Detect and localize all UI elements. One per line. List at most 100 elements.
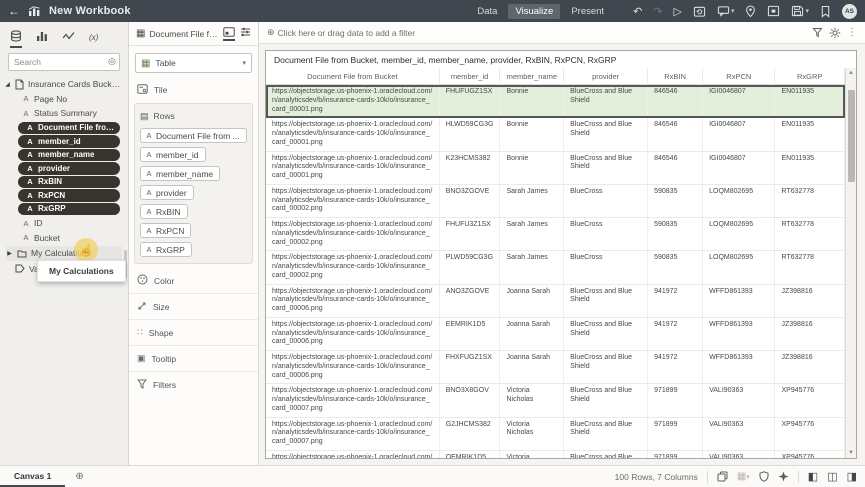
column-header[interactable]: provider bbox=[564, 68, 649, 85]
cell-member-id: BNO3ZGOVE bbox=[439, 184, 501, 218]
field-item[interactable]: A RxGRP bbox=[18, 202, 120, 215]
mode-tab[interactable]: Data bbox=[470, 4, 504, 19]
table-row[interactable]: https://objectstorage.us-phoenix-1.oracl… bbox=[266, 251, 845, 285]
cell-document-file: https://objectstorage.us-phoenix-1.oracl… bbox=[266, 251, 440, 285]
avatar[interactable]: AS bbox=[842, 3, 857, 19]
field-item[interactable]: A Document File from Bu... bbox=[18, 121, 120, 134]
rows-field-pill[interactable]: A RxPCN bbox=[140, 223, 192, 238]
cell-provider: BlueCross and Blue Shield bbox=[564, 284, 649, 318]
scroll-up-icon[interactable]: ▲ bbox=[848, 70, 854, 76]
table-row[interactable]: https://objectstorage.us-phoenix-1.oracl… bbox=[266, 284, 845, 318]
color-drop-zone[interactable]: Color bbox=[129, 270, 258, 291]
tab-properties-sliders[interactable] bbox=[239, 27, 251, 41]
collapsed-triangle-icon[interactable]: ▶ bbox=[6, 250, 13, 257]
filter-bar-menu-icon[interactable]: ⋮ bbox=[847, 27, 857, 38]
run-icon[interactable]: ▷ bbox=[674, 5, 682, 18]
viz-type-dropdown[interactable]: ▦ Table ▾ bbox=[135, 53, 252, 73]
toggle-right-panel-icon[interactable]: ◨ bbox=[847, 470, 857, 483]
rows-field-pill[interactable]: A RxGRP bbox=[140, 242, 192, 257]
cell-document-file: https://objectstorage.us-phoenix-1.oracl… bbox=[266, 151, 440, 185]
column-header[interactable]: member_name bbox=[500, 68, 565, 85]
tile-drop-zone[interactable]: Tile bbox=[129, 79, 258, 100]
tab-analytics[interactable] bbox=[62, 30, 75, 48]
add-canvas-icon[interactable]: ⊕ bbox=[75, 471, 83, 482]
toggle-split-panel-icon[interactable]: ◫ bbox=[827, 470, 837, 483]
bookmark-icon[interactable] bbox=[820, 5, 831, 18]
location-pin-icon[interactable] bbox=[745, 4, 756, 18]
column-header[interactable]: RxGRP bbox=[775, 68, 845, 85]
tooltip-icon: ▣ bbox=[137, 353, 146, 363]
canvas[interactable]: Document File from Bucket, member_id, me… bbox=[259, 44, 865, 465]
tab-visualizations[interactable] bbox=[36, 30, 48, 48]
tab-calculations-fx[interactable]: (x) bbox=[89, 33, 98, 48]
shape-drop-zone[interactable]: ∷ Shape bbox=[129, 322, 258, 343]
cell-rxgrp: EN011935 bbox=[775, 118, 845, 152]
save-icon[interactable]: ▾ bbox=[791, 5, 809, 17]
data-quality-shield-icon[interactable] bbox=[759, 471, 769, 482]
table-row[interactable]: https://objectstorage.us-phoenix-1.oracl… bbox=[266, 351, 845, 385]
canvas-tab[interactable]: Canvas 1 bbox=[0, 466, 66, 487]
rows-field-pill[interactable]: A member_name bbox=[140, 166, 221, 181]
field-item[interactable]: A member_id bbox=[18, 135, 120, 148]
auto-insights-sparkle-icon[interactable] bbox=[778, 471, 789, 482]
mode-tab[interactable]: Visualize bbox=[508, 3, 561, 19]
rows-section[interactable]: ▤ Rows A Document File from ... A member… bbox=[134, 103, 253, 264]
rows-field-pill[interactable]: A RxBIN bbox=[140, 204, 188, 219]
cell-rxpcn: VALI90363 bbox=[703, 450, 776, 458]
back-arrow-icon[interactable]: ← bbox=[8, 4, 20, 18]
table-row[interactable]: https://objectstorage.us-phoenix-1.oracl… bbox=[266, 151, 845, 185]
table-row[interactable]: https://objectstorage.us-phoenix-1.oracl… bbox=[266, 85, 845, 119]
canvas-frame-icon[interactable] bbox=[767, 5, 780, 17]
field-item[interactable]: A RxBIN bbox=[18, 175, 120, 188]
toggle-left-panel-icon[interactable]: ◧ bbox=[808, 470, 818, 483]
field-item[interactable]: A ID bbox=[4, 216, 124, 231]
field-item[interactable]: A RxPCN bbox=[18, 189, 120, 202]
add-filter-target[interactable]: ⊕ Click here or drag data to add a filte… bbox=[267, 27, 806, 38]
field-item[interactable]: A Bucket bbox=[4, 231, 124, 246]
tab-data-elements[interactable] bbox=[10, 30, 22, 48]
search-options-icon[interactable]: ◎ bbox=[108, 56, 116, 67]
table-row[interactable]: https://objectstorage.us-phoenix-1.oracl… bbox=[266, 450, 845, 458]
scroll-down-icon[interactable]: ▼ bbox=[848, 450, 854, 456]
cell-member-id: G2JHCMS382 bbox=[439, 417, 501, 451]
filter-settings-gear-icon[interactable] bbox=[829, 27, 841, 39]
rows-field-pill[interactable]: A Document File from ... bbox=[140, 128, 247, 143]
duplicate-canvas-icon[interactable] bbox=[717, 471, 728, 482]
scrollbar-thumb[interactable] bbox=[847, 90, 855, 182]
mode-tab[interactable]: Present bbox=[564, 4, 611, 19]
table-row[interactable]: https://objectstorage.us-phoenix-1.oracl… bbox=[266, 118, 845, 152]
field-item[interactable]: A member_name bbox=[18, 148, 120, 161]
table-row[interactable]: https://objectstorage.us-phoenix-1.oracl… bbox=[266, 384, 845, 418]
table-row[interactable]: https://objectstorage.us-phoenix-1.oracl… bbox=[266, 317, 845, 351]
column-header[interactable]: Document File from Bucket bbox=[266, 68, 440, 85]
filter-funnel-icon[interactable] bbox=[812, 27, 823, 38]
field-item[interactable]: A provider bbox=[18, 162, 120, 175]
undo-icon[interactable]: ↶ bbox=[633, 5, 642, 18]
table-row[interactable]: https://objectstorage.us-phoenix-1.oracl… bbox=[266, 218, 845, 252]
comments-icon[interactable]: ▾ bbox=[717, 5, 734, 17]
rows-field-pill[interactable]: A member_id bbox=[140, 147, 206, 162]
table-row[interactable]: https://objectstorage.us-phoenix-1.oracl… bbox=[266, 417, 845, 451]
field-item[interactable]: A Status Summary bbox=[4, 106, 124, 121]
column-header[interactable]: RxBIN bbox=[648, 68, 704, 85]
column-header[interactable]: member_id bbox=[439, 68, 501, 85]
column-header[interactable]: RxPCN bbox=[703, 68, 776, 85]
filters-drop-zone[interactable]: Filters bbox=[129, 374, 258, 395]
dataset-node[interactable]: ◢ Insurance Cards Bucket Ou... bbox=[4, 77, 124, 92]
table-scrollbar[interactable]: ▲ ▼ bbox=[845, 68, 856, 458]
tab-grammar[interactable] bbox=[223, 26, 235, 41]
rows-field-pill[interactable]: A provider bbox=[140, 185, 194, 200]
redo-icon[interactable]: ↷ bbox=[653, 5, 662, 18]
refresh-data-icon[interactable] bbox=[693, 5, 706, 18]
table-visualization[interactable]: Document File from Bucket, member_id, me… bbox=[265, 50, 857, 459]
expand-triangle-icon[interactable]: ◢ bbox=[4, 81, 11, 88]
field-item[interactable]: A Page No bbox=[4, 92, 124, 107]
search-input[interactable] bbox=[8, 53, 120, 71]
size-drop-zone[interactable]: Size bbox=[129, 296, 258, 317]
cell-provider: BlueCross and Blue Shield bbox=[564, 85, 649, 119]
canvas-layout-grid-icon[interactable]: ▦ ▾ bbox=[737, 471, 750, 482]
tooltip-drop-zone[interactable]: ▣ Tooltip bbox=[129, 348, 258, 369]
table-row[interactable]: https://objectstorage.us-phoenix-1.oracl… bbox=[266, 184, 845, 218]
cell-member-id: FHXFUGZ1SX bbox=[439, 351, 501, 385]
my-calculations-node[interactable]: ▶ My Calculations bbox=[6, 246, 122, 261]
